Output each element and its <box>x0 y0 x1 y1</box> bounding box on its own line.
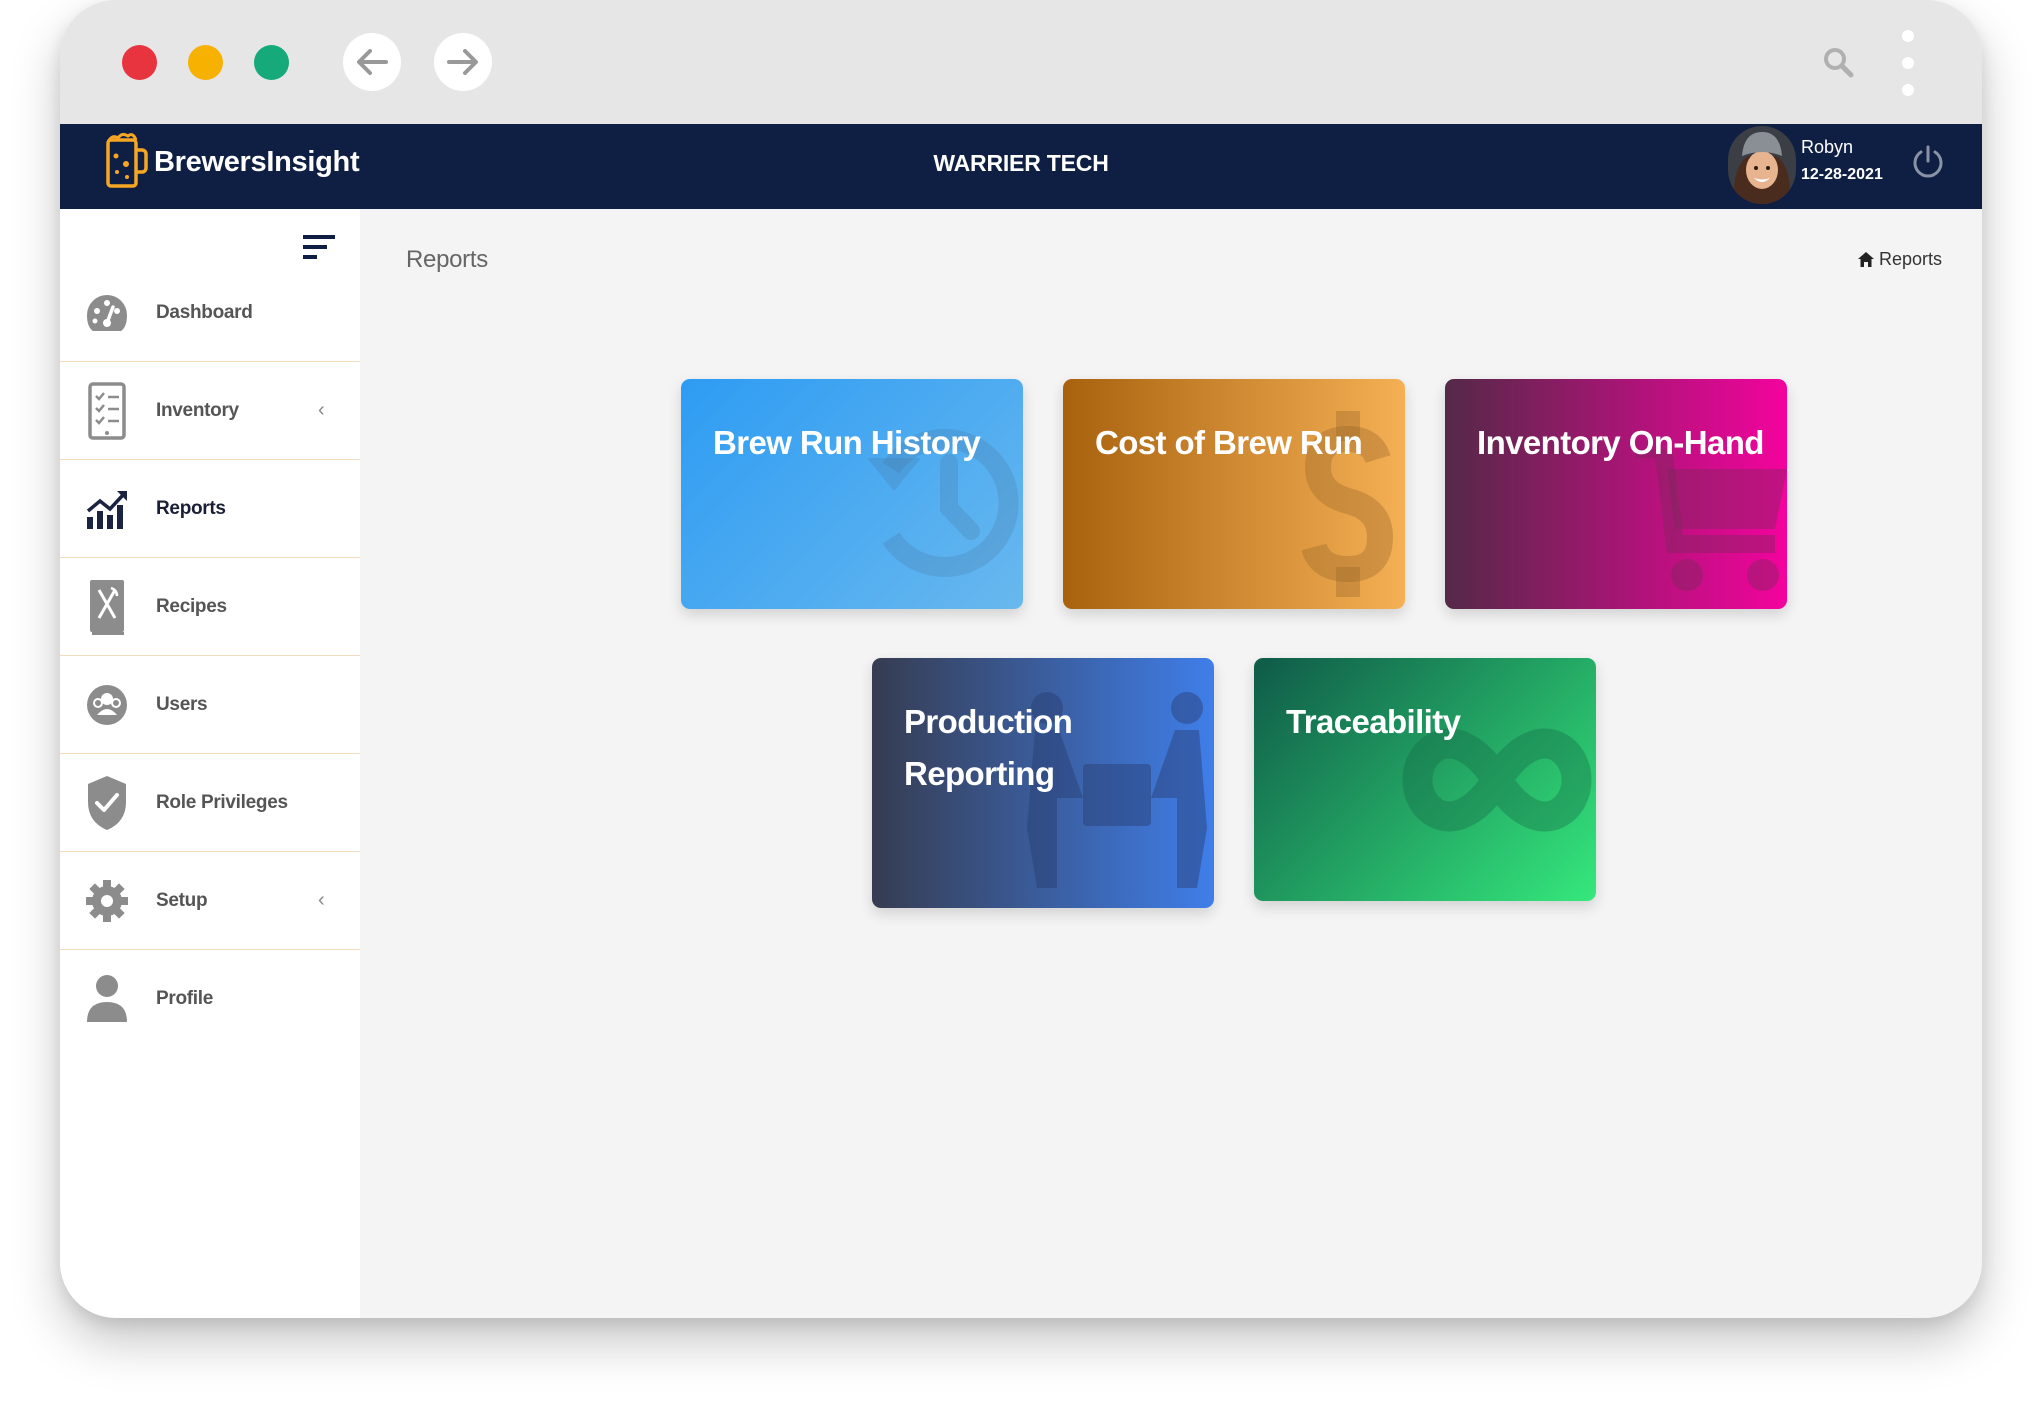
sidebar-item-label: Role Privileges <box>156 791 288 813</box>
company-name: WARRIER TECH <box>933 150 1109 176</box>
home-icon[interactable] <box>1857 252 1874 267</box>
sidebar: Dashboard Inventory ‹ Reports Recipes Us… <box>60 209 360 1318</box>
sidebar-item-inventory[interactable]: Inventory ‹ <box>60 362 360 460</box>
sidebar-item-label: Setup <box>156 889 208 911</box>
sidebar-item-users[interactable]: Users <box>60 656 360 754</box>
report-card-traceability[interactable]: Traceability <box>1254 658 1596 901</box>
sidebar-item-recipes[interactable]: Recipes <box>60 558 360 656</box>
sidebar-item-label: Inventory <box>156 399 239 421</box>
report-card-cost-of-brew-run[interactable]: Cost of Brew Run <box>1063 379 1405 609</box>
report-card-title: Traceability <box>1286 703 1461 740</box>
report-card-title: Cost of Brew Run <box>1095 424 1363 461</box>
close-window-button[interactable] <box>122 45 157 80</box>
logout-button[interactable] <box>1912 144 1944 185</box>
sidebar-item-label: Reports <box>156 497 226 519</box>
search-icon <box>1824 48 1854 78</box>
chevron-left-icon[interactable]: ‹ <box>318 399 325 422</box>
sidebar-item-label: Dashboard <box>156 301 253 323</box>
chevron-left-icon[interactable]: ‹ <box>318 889 325 912</box>
user-name: Robyn <box>1801 137 1854 157</box>
users-icon <box>84 682 130 728</box>
sidebar-item-reports[interactable]: Reports <box>60 460 360 558</box>
sidebar-item-setup[interactable]: Setup ‹ <box>60 852 360 950</box>
recipe-book-icon <box>84 579 130 635</box>
browser-chrome <box>60 0 1982 124</box>
gear-icon <box>84 878 130 924</box>
report-card-brew-run-history[interactable]: Brew Run History <box>681 379 1023 609</box>
power-icon <box>1913 145 1943 178</box>
report-card-title: Brew Run History <box>713 424 981 461</box>
arrow-right-icon <box>447 49 478 75</box>
sidebar-item-label: Users <box>156 693 208 715</box>
main-content: Reports Reports Brew Run History Cost of… <box>360 209 1982 1318</box>
app-header: BrewersInsight WARRIER TECH Robyn 12-28-… <box>60 124 1982 209</box>
sidebar-item-role-privileges[interactable]: Role Privileges <box>60 754 360 852</box>
sidebar-item-label: Profile <box>156 987 214 1009</box>
shopping-cart-icon <box>1635 449 1787 591</box>
sidebar-item-dashboard[interactable]: Dashboard <box>60 264 360 362</box>
report-card-inventory-on-hand[interactable]: Inventory On-Hand <box>1445 379 1787 609</box>
arrow-left-icon <box>357 49 388 75</box>
breadcrumb-current: Reports <box>1878 249 1942 269</box>
report-card-title: Inventory On-Hand <box>1477 424 1764 461</box>
forward-button[interactable] <box>434 33 492 91</box>
sidebar-item-label: Recipes <box>156 595 227 617</box>
report-card-production-reporting[interactable]: Production Reporting <box>872 658 1214 908</box>
kebab-menu-icon[interactable] <box>1901 30 1915 96</box>
breadcrumb: Reports <box>1857 249 1942 270</box>
shield-check-icon <box>84 775 130 830</box>
browser-window: BrewersInsight WARRIER TECH Robyn 12-28-… <box>60 0 1982 1318</box>
page-title: Reports <box>406 246 488 273</box>
report-card-title: Production Reporting <box>904 703 1073 792</box>
user-icon <box>84 974 130 1022</box>
dashboard-gauge-icon <box>84 290 130 336</box>
browser-search-button[interactable] <box>1822 46 1854 83</box>
current-date: 12-28-2021 <box>1801 166 1883 183</box>
back-button[interactable] <box>343 33 401 91</box>
menu-icon <box>303 235 335 259</box>
clipboard-list-icon <box>84 381 130 440</box>
maximize-window-button[interactable] <box>254 45 289 80</box>
sidebar-item-profile[interactable]: Profile <box>60 950 360 1047</box>
minimize-window-button[interactable] <box>188 45 223 80</box>
sidebar-toggle-button[interactable] <box>303 233 335 266</box>
avatar[interactable] <box>1728 126 1796 204</box>
chart-trending-icon <box>84 486 130 532</box>
